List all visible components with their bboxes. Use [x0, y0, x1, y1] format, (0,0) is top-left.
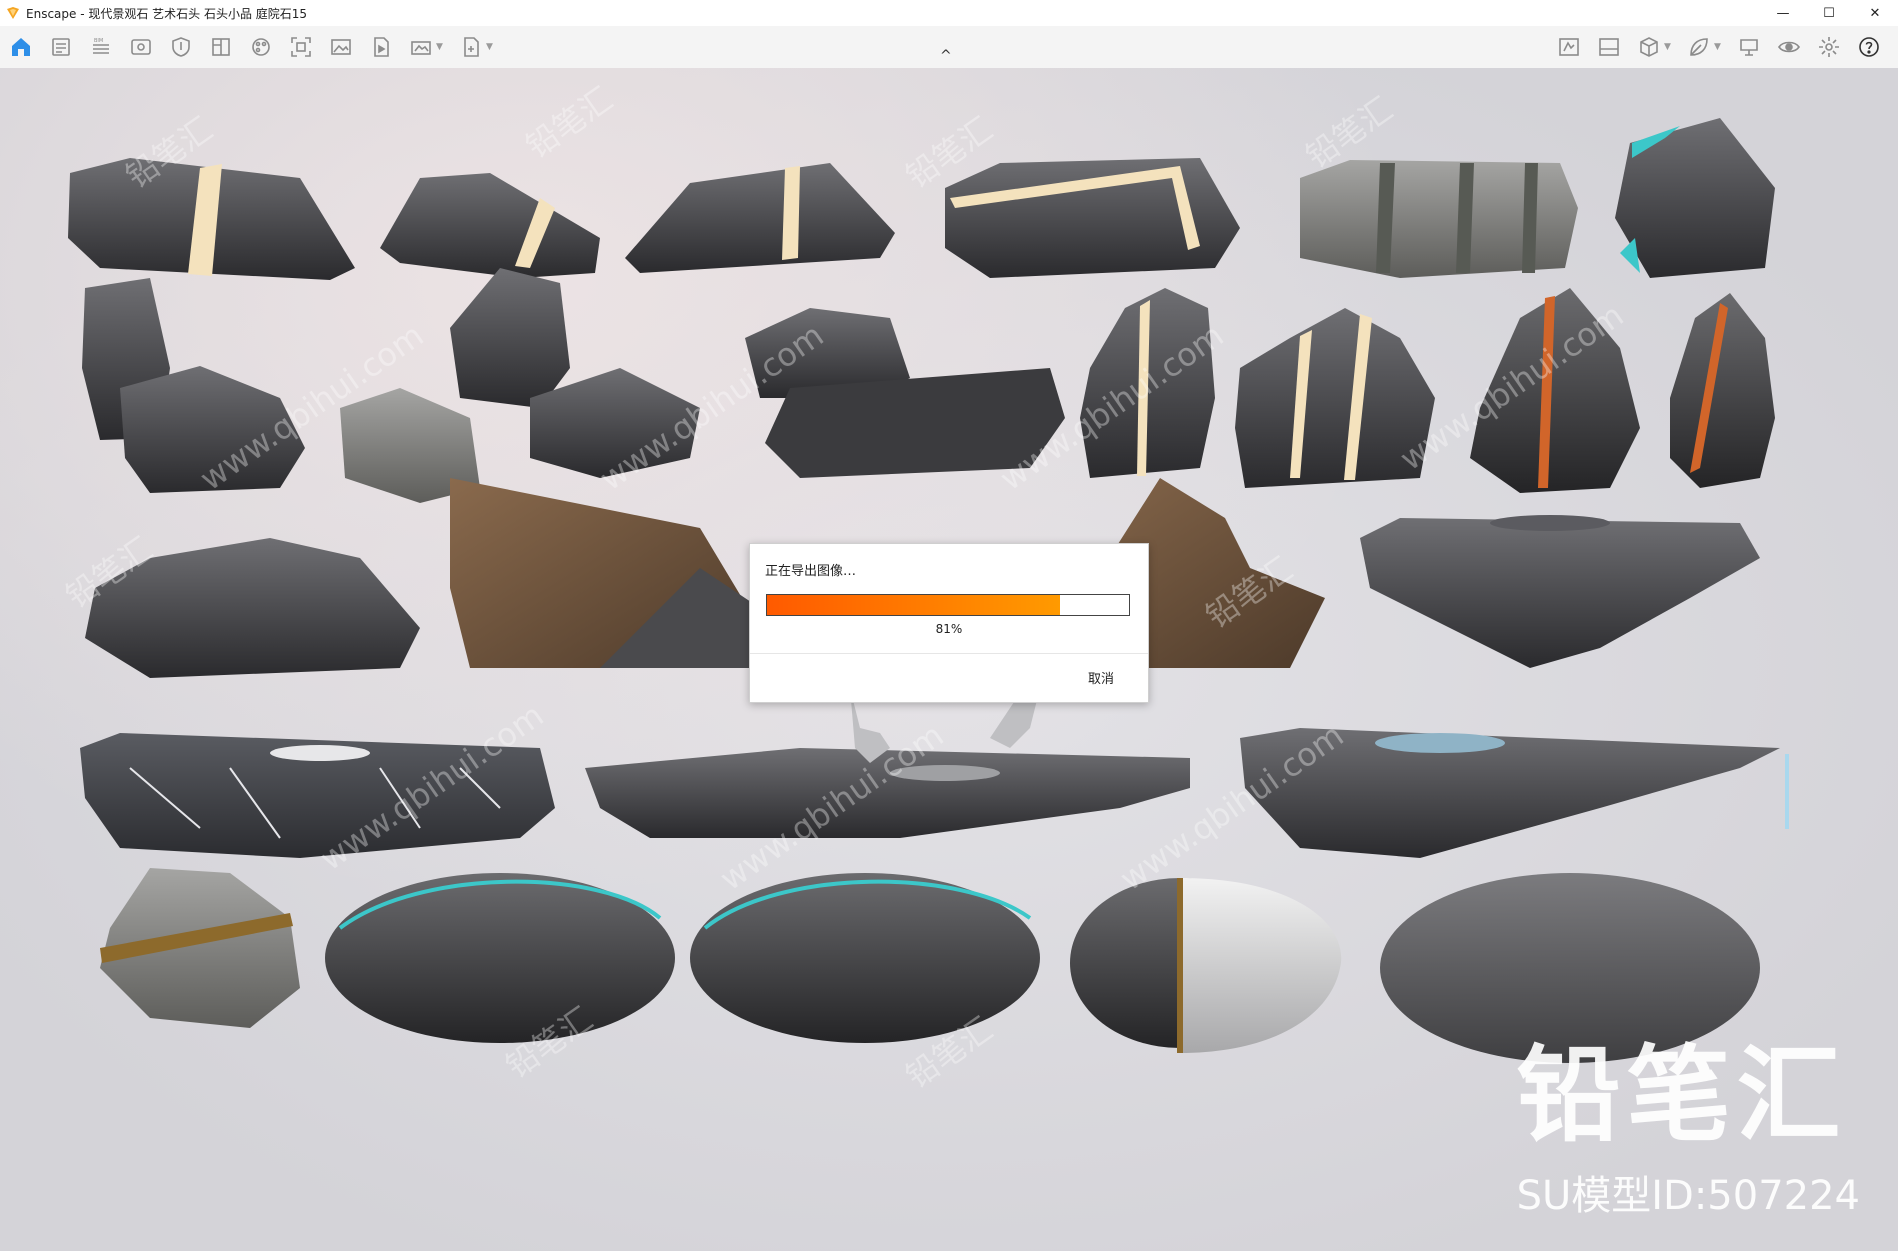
chevron-down-icon[interactable]: ▼: [486, 42, 498, 52]
svg-text:BIM: BIM: [94, 38, 103, 44]
capture-icon[interactable]: [284, 30, 318, 64]
stone-pillar-group: [82, 278, 305, 493]
brand-title: 铅笔汇: [1516, 1034, 1847, 1156]
close-button[interactable]: ✕: [1852, 0, 1898, 26]
home-icon[interactable]: [4, 30, 38, 64]
help-icon[interactable]: [1852, 30, 1886, 64]
progress-bar: [766, 594, 1130, 616]
bim-icon[interactable]: BIM: [84, 30, 118, 64]
panorama-icon[interactable]: [404, 30, 438, 64]
view-icon[interactable]: [124, 30, 158, 64]
stone-bronze-slab-1: [450, 478, 775, 668]
pebble-teal-1: [325, 873, 675, 1043]
presentation-icon[interactable]: [1732, 30, 1766, 64]
pebble-teal-2: [690, 873, 1040, 1043]
enscape-logo-icon: [7, 7, 19, 19]
export-progress-dialog: 正在导出图像… 81% 取消: [749, 543, 1149, 703]
video-icon[interactable]: [364, 30, 398, 64]
cancel-button[interactable]: 取消: [1088, 668, 1114, 687]
book-icon[interactable]: [204, 30, 238, 64]
pebble-white-half: [1070, 878, 1342, 1053]
stone-striped-1: [68, 158, 355, 280]
stone-granite-striped: [1300, 160, 1578, 278]
dialog-title: 正在导出图像…: [765, 564, 857, 579]
stone-fountain-table: [1360, 515, 1760, 668]
window-title: Enscape - 现代景观石 艺术石头 石头小品 庭院石15: [26, 6, 308, 21]
minimize-button[interactable]: —: [1760, 0, 1806, 26]
brand-watermark: 铅笔汇 SU模型ID:507224: [1517, 1043, 1860, 1221]
document-icon[interactable]: [44, 30, 78, 64]
settings-icon[interactable]: [1812, 30, 1846, 64]
stone-striped-2: [380, 173, 600, 278]
stone-teal-edge: [1615, 118, 1775, 278]
stone-striped-4: [945, 158, 1240, 278]
cube-icon[interactable]: [1632, 30, 1666, 64]
chevron-down-icon[interactable]: ▼: [1664, 42, 1676, 52]
brand-model-id: SU模型ID:507224: [1516, 1173, 1860, 1219]
render-icon[interactable]: [1592, 30, 1626, 64]
progress-bar-fill: [767, 595, 1061, 615]
title-bar: Enscape - 现代景观石 艺术石头 石头小品 庭院石15 — ☐ ✕: [0, 0, 1898, 26]
stone-copper-vein-2: [1670, 293, 1775, 488]
eye-icon[interactable]: [1772, 30, 1806, 64]
image-icon[interactable]: [324, 30, 358, 64]
leaf-icon[interactable]: [1682, 30, 1716, 64]
maximize-button[interactable]: ☐: [1806, 0, 1852, 26]
palette-icon[interactable]: [244, 30, 278, 64]
chevron-down-icon[interactable]: ▼: [1714, 42, 1726, 52]
asset-library-icon[interactable]: [1552, 30, 1586, 64]
collapse-toolbar-icon[interactable]: ^: [940, 48, 952, 64]
stone-bronze-banded: [100, 868, 300, 1028]
progress-percent: 81%: [935, 622, 963, 636]
export-icon[interactable]: [454, 30, 488, 64]
shield-icon[interactable]: [164, 30, 198, 64]
dialog-divider: [750, 653, 1148, 654]
chevron-down-icon[interactable]: ▼: [436, 42, 448, 52]
stone-striped-3: [625, 163, 895, 273]
